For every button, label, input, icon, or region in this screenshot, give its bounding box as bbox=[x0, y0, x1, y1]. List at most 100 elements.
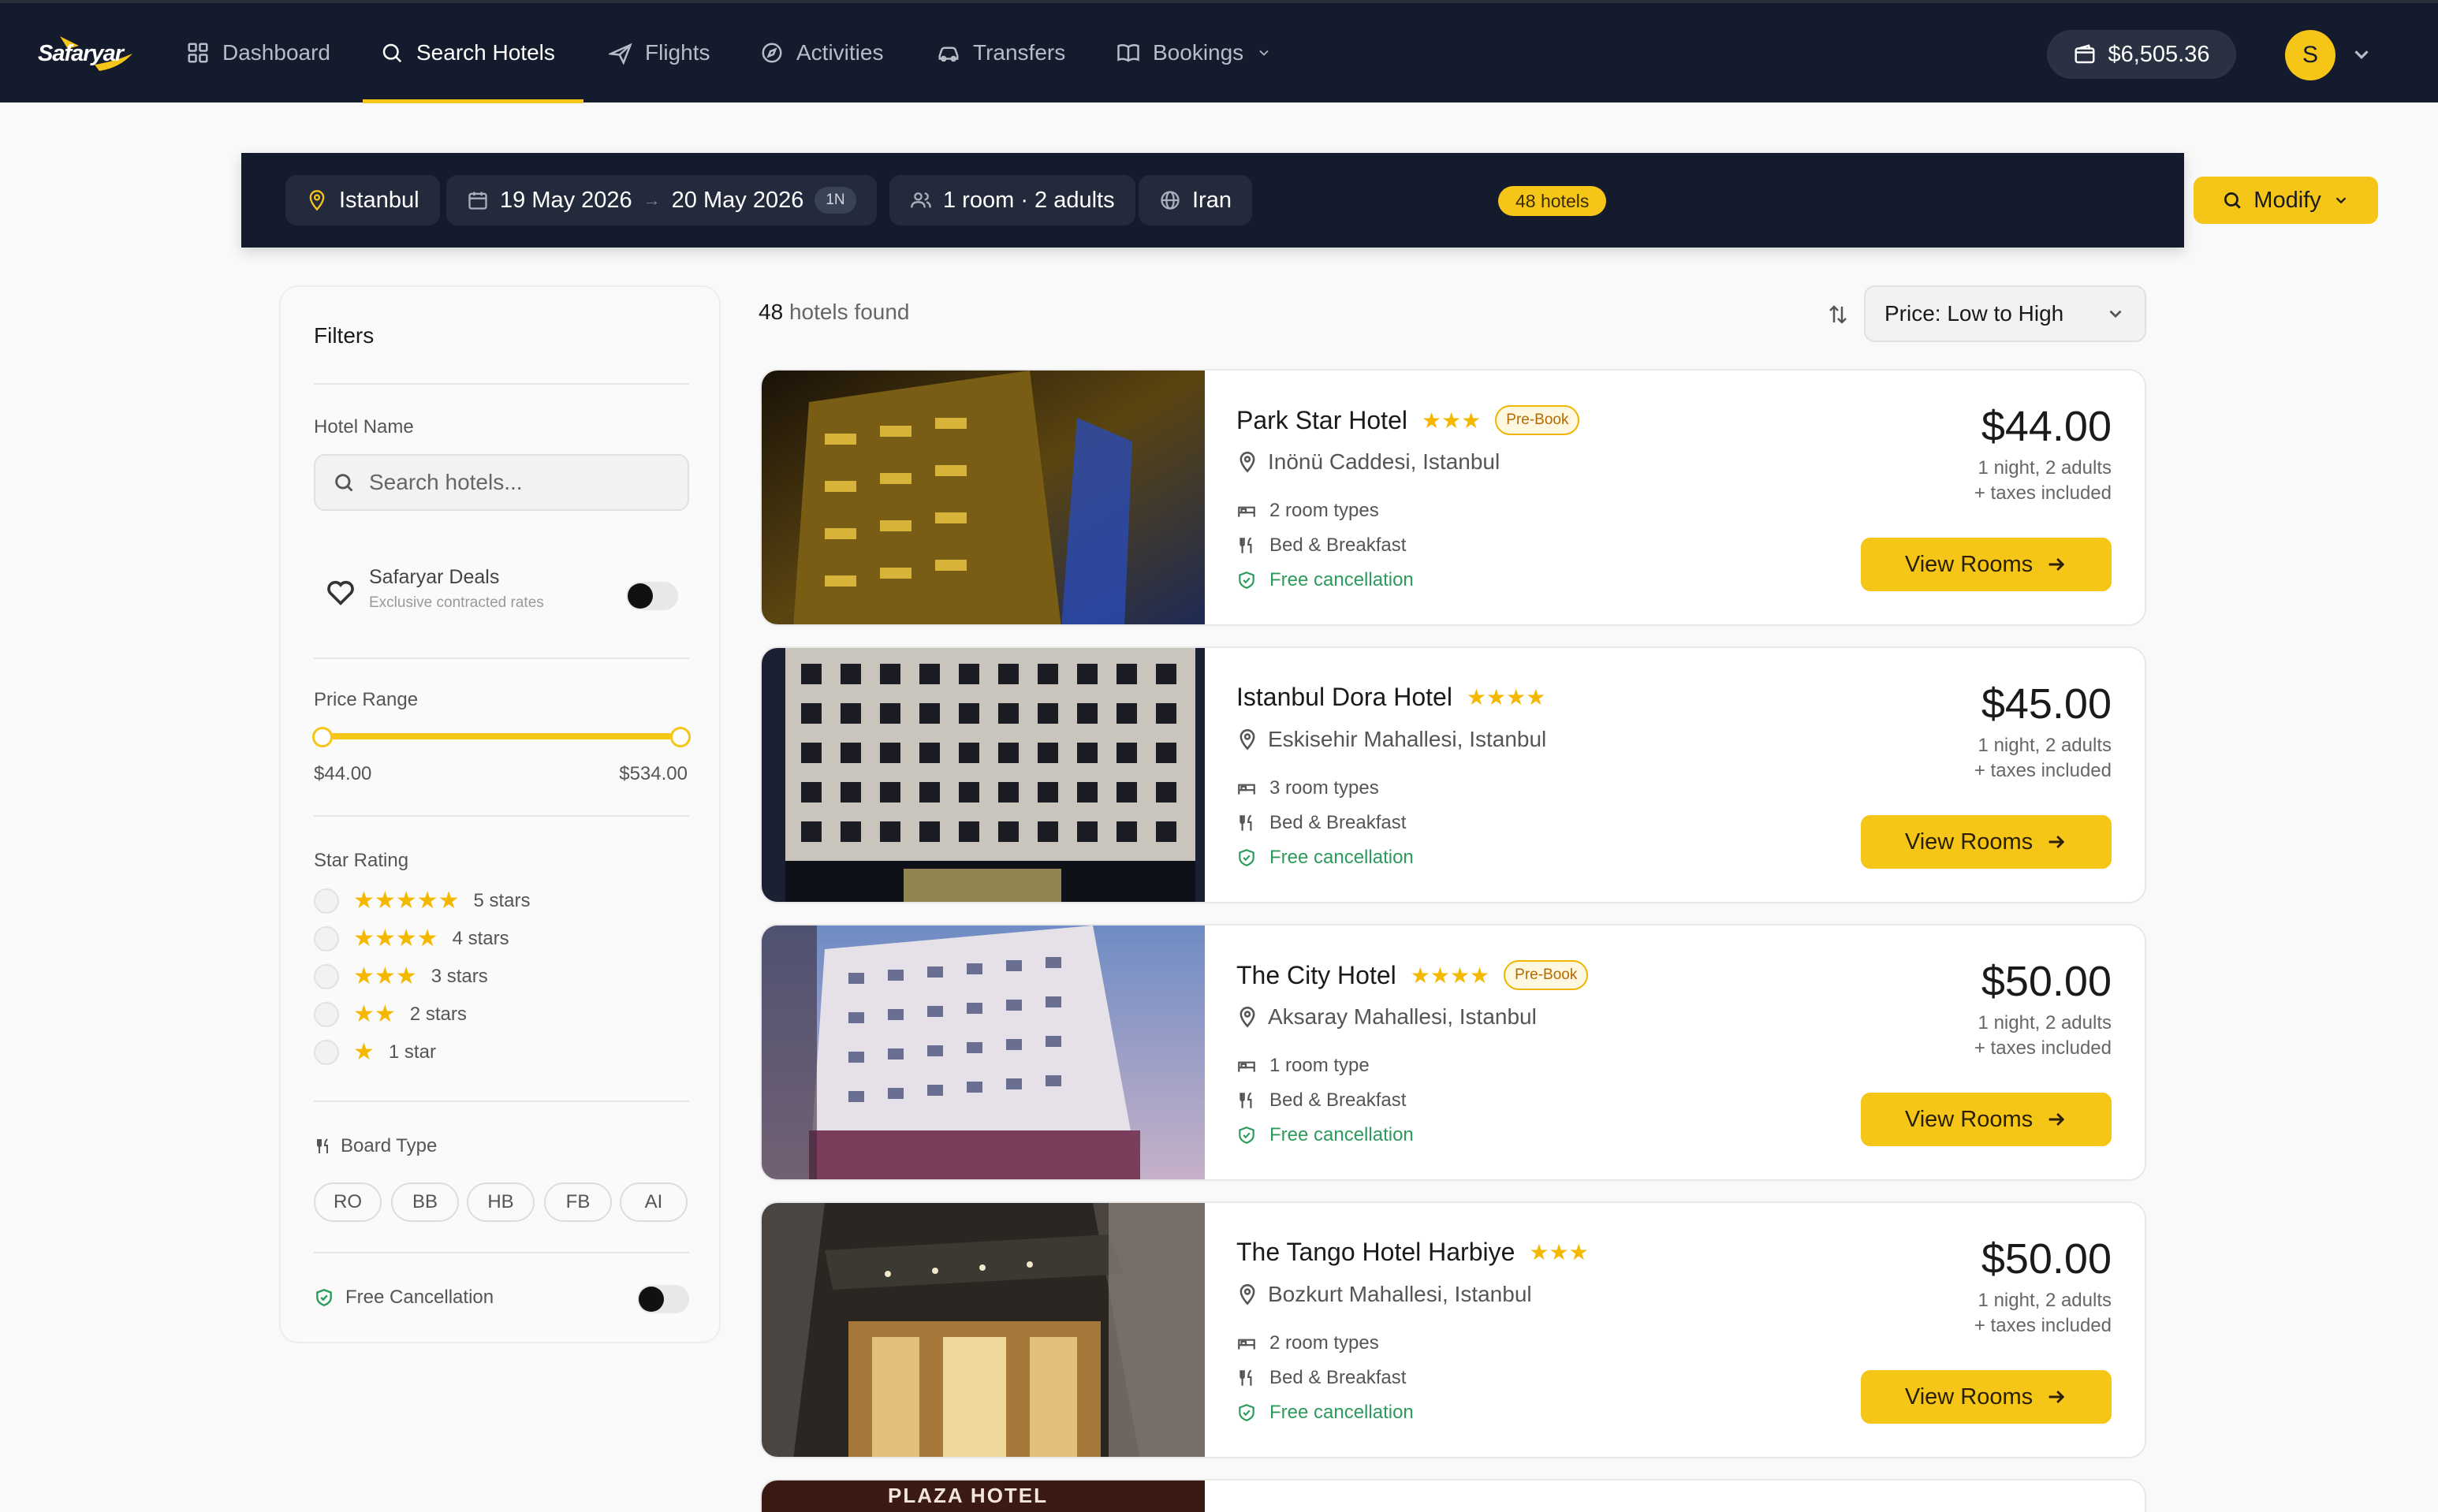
radio-button[interactable] bbox=[314, 964, 339, 989]
hotel-photo[interactable] bbox=[762, 1203, 1205, 1458]
user-avatar[interactable]: S bbox=[2285, 30, 2335, 80]
hotel-photo[interactable]: PLAZA HOTEL bbox=[762, 1480, 1205, 1512]
results-count-number: 48 bbox=[759, 300, 784, 324]
nav-search-hotels[interactable]: Search Hotels bbox=[380, 3, 555, 102]
map-pin-icon bbox=[1240, 729, 1255, 750]
chevron-down-icon[interactable] bbox=[2350, 43, 2373, 66]
hotel-photo[interactable] bbox=[762, 648, 1205, 903]
hotel-name-text[interactable]: The Tango Hotel Harbiye bbox=[1236, 1238, 1515, 1267]
arrow-right-icon bbox=[2048, 1112, 2065, 1127]
hotel-name-text[interactable]: Park Star Hotel bbox=[1236, 406, 1407, 435]
nav-search-hotels-label: Search Hotels bbox=[416, 40, 555, 65]
price-range-track[interactable] bbox=[323, 733, 681, 739]
view-rooms-button[interactable]: View Rooms bbox=[1861, 1370, 2112, 1424]
nav-flights[interactable]: Flights bbox=[609, 3, 710, 102]
star-option-label: 2 stars bbox=[409, 1004, 467, 1025]
board-chip-ro[interactable]: RO bbox=[314, 1182, 382, 1222]
nav-dashboard[interactable]: Dashboard bbox=[186, 3, 330, 102]
hotel-name[interactable]: Park Star Hotel ★★★ Pre-Book bbox=[1236, 405, 1580, 435]
hotel-name[interactable]: The Tango Hotel Harbiye ★★★ bbox=[1236, 1238, 1589, 1267]
board-chip-bb[interactable]: BB bbox=[391, 1182, 459, 1222]
star-option-3[interactable]: ★★★ 3 stars bbox=[314, 963, 488, 990]
utensils-icon bbox=[1240, 537, 1252, 553]
top-navbar: Safaryar Dashboard Search Hotels Flights… bbox=[0, 0, 2438, 103]
compass-icon bbox=[762, 43, 782, 63]
hotel-card[interactable]: Istanbul Dora Hotel ★★★★ Eskisehir Mahal… bbox=[760, 646, 2146, 903]
view-rooms-button[interactable]: View Rooms bbox=[1861, 538, 2112, 591]
star-rating-icons: ★★★ bbox=[1529, 1240, 1589, 1264]
arrow-right-icon bbox=[2048, 557, 2065, 572]
hotel-name-search-field[interactable]: Search hotels... bbox=[314, 454, 689, 511]
open-book-icon bbox=[1117, 44, 1139, 62]
room-types-text: 1 room type bbox=[1269, 1055, 1370, 1076]
star-option-4[interactable]: ★★★★ 4 stars bbox=[314, 925, 509, 952]
nav-transfers-label: Transfers bbox=[973, 40, 1066, 65]
hotel-name-text[interactable]: Istanbul Dora Hotel bbox=[1236, 683, 1452, 712]
divider bbox=[314, 1100, 689, 1102]
star-rating-icons: ★★★★ bbox=[1466, 685, 1546, 709]
safaryar-logo[interactable]: Safaryar bbox=[38, 30, 132, 77]
price-note: 1 night, 2 adults bbox=[1978, 735, 2112, 756]
hotel-card[interactable]: PLAZA HOTEL bbox=[760, 1479, 2146, 1512]
arrow-right-icon bbox=[2048, 835, 2065, 849]
nationality-chip[interactable]: Iran bbox=[1139, 175, 1252, 225]
hotel-sign-text: PLAZA HOTEL bbox=[888, 1484, 1049, 1507]
destination-chip[interactable]: Istanbul bbox=[285, 175, 440, 225]
wallet-balance[interactable]: $6,505.36 bbox=[2047, 30, 2236, 79]
nav-bookings[interactable]: Bookings bbox=[1116, 3, 1272, 102]
radio-button[interactable] bbox=[314, 1040, 339, 1065]
board-chip-fb[interactable]: FB bbox=[544, 1182, 612, 1222]
results-count-suffix: hotels found bbox=[788, 300, 910, 324]
star-option-1[interactable]: ★ 1 star bbox=[314, 1039, 436, 1066]
hotel-name-search-input[interactable]: Search hotels... bbox=[369, 470, 523, 495]
board-text: Bed & Breakfast bbox=[1269, 1089, 1407, 1111]
nav-activities[interactable]: Activities bbox=[760, 3, 883, 102]
view-rooms-button[interactable]: View Rooms bbox=[1861, 815, 2112, 869]
nav-transfers[interactable]: Transfers bbox=[937, 3, 1065, 102]
tax-note: + taxes included bbox=[1974, 760, 2112, 781]
hotel-card[interactable]: Park Star Hotel ★★★ Pre-Book Inönü Cadde… bbox=[760, 369, 2146, 626]
hotel-name[interactable]: The City Hotel ★★★★ Pre-Book bbox=[1236, 960, 1589, 990]
hotel-name[interactable]: Istanbul Dora Hotel ★★★★ bbox=[1236, 683, 1545, 712]
view-rooms-label: View Rooms bbox=[1904, 551, 2034, 577]
view-rooms-button[interactable]: View Rooms bbox=[1861, 1093, 2112, 1146]
modify-search-button[interactable]: Modify bbox=[2194, 177, 2378, 224]
guests-chip[interactable]: 1 room · 2 adults bbox=[889, 175, 1135, 225]
radio-button[interactable] bbox=[314, 888, 339, 914]
divider bbox=[314, 815, 689, 817]
board-chip-hb[interactable]: HB bbox=[467, 1182, 535, 1222]
arrow-right-icon: → bbox=[643, 190, 661, 210]
price-max-handle[interactable] bbox=[670, 727, 691, 747]
sort-select[interactable]: Price: Low to High bbox=[1864, 285, 2146, 342]
dates-chip[interactable]: 19 May 2026 → 20 May 2026 1N bbox=[446, 175, 877, 225]
map-pin-icon bbox=[1240, 1007, 1255, 1028]
star-option-2[interactable]: ★★ 2 stars bbox=[314, 1001, 467, 1028]
hotel-photo[interactable] bbox=[762, 371, 1205, 626]
address-text: Inönü Caddesi, Istanbul bbox=[1268, 449, 1500, 474]
nav-dashboard-label: Dashboard bbox=[222, 40, 330, 65]
map-pin-icon bbox=[309, 190, 325, 211]
address-text: Eskisehir Mahallesi, Istanbul bbox=[1268, 727, 1547, 751]
price-min-handle[interactable] bbox=[312, 727, 333, 747]
destination-value: Istanbul bbox=[339, 187, 419, 213]
price-note: 1 night, 2 adults bbox=[1978, 457, 2112, 479]
star-option-5[interactable]: ★★★★★ 5 stars bbox=[314, 888, 531, 914]
plane-icon bbox=[609, 43, 632, 65]
nav-bookings-label: Bookings bbox=[1153, 40, 1244, 65]
hotel-photo[interactable] bbox=[762, 925, 1205, 1181]
deals-toggle[interactable] bbox=[626, 582, 678, 610]
checkin-date: 19 May 2026 bbox=[500, 187, 632, 213]
hotel-card[interactable]: The Tango Hotel Harbiye ★★★ Bozkurt Maha… bbox=[760, 1201, 2146, 1458]
free-cancellation-toggle[interactable] bbox=[637, 1285, 689, 1313]
radio-button[interactable] bbox=[314, 1002, 339, 1027]
nights-badge: 1N bbox=[815, 187, 856, 214]
room-types-text: 2 room types bbox=[1269, 1332, 1379, 1354]
hotel-card[interactable]: The City Hotel ★★★★ Pre-Book Aksaray Mah… bbox=[760, 924, 2146, 1181]
results-count: 48 hotels found bbox=[759, 300, 910, 325]
radio-button[interactable] bbox=[314, 926, 339, 952]
bed-icon bbox=[1238, 1061, 1255, 1072]
star-icons: ★★★★ bbox=[353, 925, 438, 952]
board-chip-ai[interactable]: AI bbox=[620, 1182, 688, 1222]
hotel-name-text[interactable]: The City Hotel bbox=[1236, 961, 1396, 990]
free-cancellation-label: Free Cancellation bbox=[345, 1287, 494, 1308]
